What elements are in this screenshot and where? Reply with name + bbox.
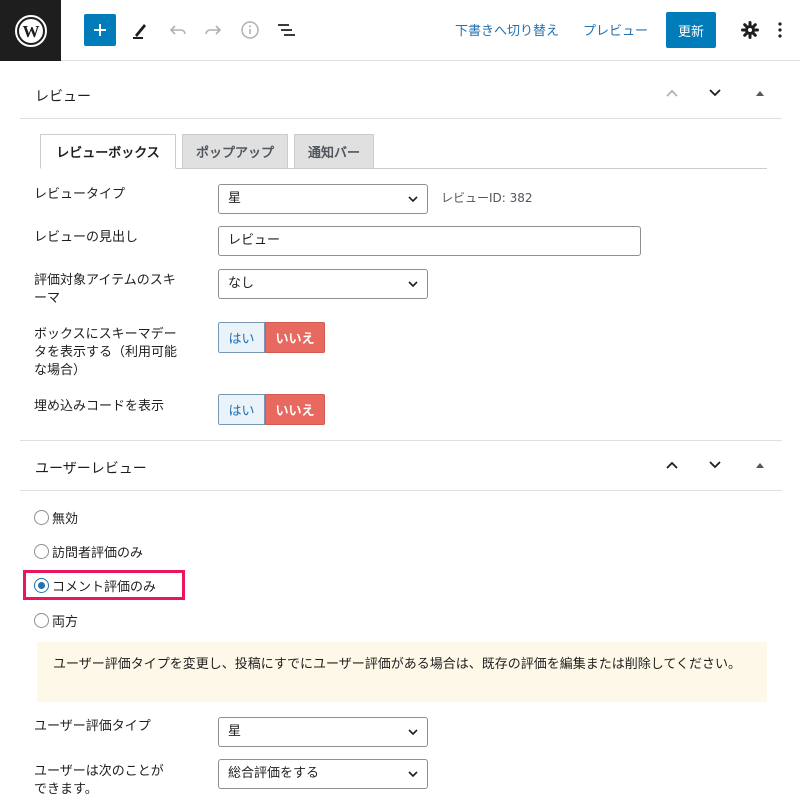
move-up-button[interactable] xyxy=(660,453,684,477)
user-can-do-select[interactable]: 総合評価をする xyxy=(218,759,428,789)
toggle-panel-button[interactable] xyxy=(748,453,772,477)
gear-icon xyxy=(741,21,759,39)
triangle-up-icon xyxy=(756,463,764,468)
user-rating-notice: ユーザー評価タイプを変更し、投稿にすでにユーザー評価がある場合は、既存の評価を編… xyxy=(37,642,767,702)
move-up-button[interactable] xyxy=(660,81,684,105)
settings-button[interactable] xyxy=(734,14,766,46)
user-review-panel-header: ユーザーレビュー xyxy=(20,433,782,491)
show-schema-toggle: はい いいえ xyxy=(218,322,325,353)
info-icon xyxy=(241,21,259,39)
user-rating-type-select[interactable]: 星 xyxy=(218,717,428,747)
update-button[interactable]: 更新 xyxy=(666,12,716,48)
tab-review-box[interactable]: レビューボックス xyxy=(40,134,176,169)
tab-notification-bar[interactable]: 通知バー xyxy=(294,134,374,169)
review-heading-label: レビューの見出し xyxy=(34,230,139,245)
review-type-label: レビュータイプ xyxy=(34,187,126,202)
radio-option-disabled[interactable]: 無効 xyxy=(34,507,78,527)
pencil-icon xyxy=(133,24,146,39)
show-embed-label: 埋め込みコードを表示 xyxy=(34,399,165,414)
redo-button[interactable] xyxy=(197,14,229,46)
show-embed-toggle: はい いいえ xyxy=(218,394,325,425)
undo-icon xyxy=(169,25,186,35)
show-embed-no-button[interactable]: いいえ xyxy=(265,394,325,425)
show-schema-label: ボックスにスキーマデータを表示する（利用可能な場合） xyxy=(34,327,178,378)
radio-button[interactable] xyxy=(34,612,49,628)
chevron-down-icon xyxy=(408,729,418,736)
undo-button[interactable] xyxy=(162,14,194,46)
chevron-down-icon xyxy=(709,89,721,97)
tools-button[interactable] xyxy=(124,14,156,46)
chevron-up-icon xyxy=(666,461,678,469)
wordpress-logo-button[interactable]: W xyxy=(0,0,61,61)
radio-option-both[interactable]: 両方 xyxy=(34,610,78,630)
svg-text:W: W xyxy=(22,22,39,41)
add-block-button[interactable] xyxy=(84,14,116,46)
review-type-value: 星 xyxy=(228,191,242,206)
review-type-select[interactable]: 星 xyxy=(218,184,428,214)
radio-label: 両方 xyxy=(52,614,79,630)
editor-toolbar: W 下書きへ切り替え プレビュー 更新 xyxy=(0,0,800,61)
user-review-panel-title: ユーザーレビュー xyxy=(35,461,147,477)
radio-button[interactable] xyxy=(34,543,49,559)
move-down-button[interactable] xyxy=(703,453,727,477)
schema-select[interactable]: なし xyxy=(218,269,428,299)
chevron-up-icon xyxy=(666,89,678,97)
more-vertical-icon xyxy=(778,22,782,38)
preview-link[interactable]: プレビュー xyxy=(583,20,648,39)
radio-label: 無効 xyxy=(52,511,79,527)
switch-to-draft-link[interactable]: 下書きへ切り替え xyxy=(455,20,559,39)
chevron-down-icon xyxy=(408,281,418,288)
user-can-do-value: 総合評価をする xyxy=(228,766,320,781)
details-button[interactable] xyxy=(234,14,266,46)
options-button[interactable] xyxy=(770,14,790,46)
radio-button[interactable] xyxy=(34,509,49,525)
show-schema-no-button[interactable]: いいえ xyxy=(265,322,325,353)
review-panel-title: レビュー xyxy=(35,89,91,105)
redo-icon xyxy=(205,25,222,35)
list-view-button[interactable] xyxy=(270,14,302,46)
triangle-up-icon xyxy=(756,91,764,96)
review-panel-header: レビュー xyxy=(20,61,782,119)
radio-label: 訪問者評価のみ xyxy=(52,545,144,561)
move-down-button[interactable] xyxy=(703,81,727,105)
user-can-do-label: ユーザーは次のことができます。 xyxy=(34,764,164,797)
chevron-down-icon xyxy=(408,196,418,203)
schema-label: 評価対象アイテムのスキーマ xyxy=(34,273,176,306)
tab-popup[interactable]: ポップアップ xyxy=(182,134,288,169)
plus-icon xyxy=(94,24,106,36)
list-view-icon xyxy=(278,24,295,36)
chevron-down-icon xyxy=(709,461,721,469)
user-rating-type-value: 星 xyxy=(228,724,242,739)
user-rating-type-label: ユーザー評価タイプ xyxy=(34,719,151,734)
show-embed-yes-button[interactable]: はい xyxy=(218,394,265,425)
review-id: レビューID: 382 xyxy=(441,191,533,205)
review-heading-input[interactable]: レビュー xyxy=(218,226,641,256)
highlight-box xyxy=(23,570,185,600)
schema-value: なし xyxy=(228,276,255,291)
chevron-down-icon xyxy=(408,771,418,778)
toggle-panel-button[interactable] xyxy=(748,81,772,105)
radio-option-visitors-only[interactable]: 訪問者評価のみ xyxy=(34,541,143,561)
wordpress-icon: W xyxy=(14,14,47,47)
show-schema-yes-button[interactable]: はい xyxy=(218,322,265,353)
